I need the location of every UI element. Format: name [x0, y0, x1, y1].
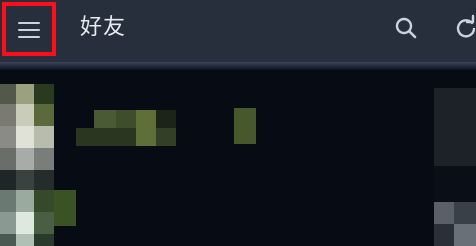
search-button[interactable] — [392, 14, 420, 42]
app-bar: 好友 — [0, 0, 476, 62]
page-title: 好友 — [80, 15, 127, 40]
friend-name-row-1 — [234, 108, 256, 144]
friend-name-row-1 — [156, 110, 176, 128]
menu-button[interactable] — [2, 2, 56, 56]
refresh-icon — [456, 14, 476, 38]
friend-name-row-1 — [116, 110, 136, 128]
friend-name-row-1 — [136, 110, 156, 146]
menu-icon — [18, 22, 40, 38]
search-icon — [395, 17, 417, 39]
avatar[interactable] — [0, 84, 76, 246]
friend-name-row-1 — [94, 110, 116, 128]
status-indicator — [434, 88, 476, 246]
friend-name-row-1 — [76, 128, 136, 146]
friend-name-row-1 — [156, 128, 176, 146]
header-shadow — [0, 62, 476, 70]
refresh-button[interactable] — [452, 14, 476, 42]
friends-list — [0, 70, 476, 246]
